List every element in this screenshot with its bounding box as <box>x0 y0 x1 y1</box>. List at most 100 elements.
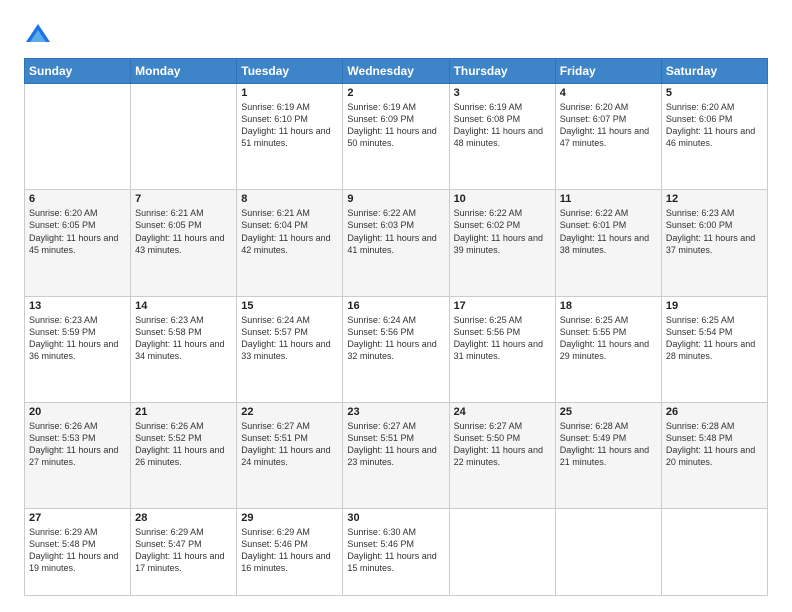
calendar-cell <box>661 509 767 596</box>
day-number: 12 <box>666 193 763 205</box>
calendar-cell: 5 Sunrise: 6:20 AM Sunset: 6:06 PM Daylig… <box>661 84 767 190</box>
col-header-tuesday: Tuesday <box>237 59 343 84</box>
day-number: 8 <box>241 193 338 205</box>
day-number: 28 <box>135 512 232 524</box>
cell-content: Sunrise: 6:29 AM Sunset: 5:48 PM Dayligh… <box>29 526 126 575</box>
day-number: 29 <box>241 512 338 524</box>
day-number: 15 <box>241 300 338 312</box>
cell-content: Sunrise: 6:22 AM Sunset: 6:02 PM Dayligh… <box>454 207 551 256</box>
header-row: SundayMondayTuesdayWednesdayThursdayFrid… <box>25 59 768 84</box>
cell-content: Sunrise: 6:25 AM Sunset: 5:55 PM Dayligh… <box>560 314 657 363</box>
week-row-5: 27 Sunrise: 6:29 AM Sunset: 5:48 PM Dayli… <box>25 509 768 596</box>
calendar-cell: 3 Sunrise: 6:19 AM Sunset: 6:08 PM Daylig… <box>449 84 555 190</box>
calendar-cell <box>555 509 661 596</box>
day-number: 6 <box>29 193 126 205</box>
cell-content: Sunrise: 6:20 AM Sunset: 6:06 PM Dayligh… <box>666 101 763 150</box>
day-number: 13 <box>29 300 126 312</box>
calendar-cell: 22Sunrise: 6:27 AM Sunset: 5:51 PM Dayli… <box>237 402 343 508</box>
calendar-cell: 25Sunrise: 6:28 AM Sunset: 5:49 PM Dayli… <box>555 402 661 508</box>
cell-content: Sunrise: 6:25 AM Sunset: 5:56 PM Dayligh… <box>454 314 551 363</box>
calendar-cell: 19 Sunrise: 6:25 AM Sunset: 5:54 PM Dayli… <box>661 296 767 402</box>
calendar-cell: 20 Sunrise: 6:26 AM Sunset: 5:53 PM Dayli… <box>25 402 131 508</box>
calendar-cell <box>449 509 555 596</box>
cell-content: Sunrise: 6:25 AM Sunset: 5:54 PM Dayligh… <box>666 314 763 363</box>
calendar-cell: 2Sunrise: 6:19 AM Sunset: 6:09 PM Daylig… <box>343 84 449 190</box>
week-row-1: 1 Sunrise: 6:19 AM Sunset: 6:10 PM Daylig… <box>25 84 768 190</box>
col-header-monday: Monday <box>131 59 237 84</box>
cell-content: Sunrise: 6:24 AM Sunset: 5:56 PM Dayligh… <box>347 314 444 363</box>
page: SundayMondayTuesdayWednesdayThursdayFrid… <box>0 0 792 612</box>
day-number: 26 <box>666 406 763 418</box>
day-number: 16 <box>347 300 444 312</box>
day-number: 11 <box>560 193 657 205</box>
calendar-cell: 15Sunrise: 6:24 AM Sunset: 5:57 PM Dayli… <box>237 296 343 402</box>
calendar-cell: 28 Sunrise: 6:29 AM Sunset: 5:47 PM Dayli… <box>131 509 237 596</box>
day-number: 7 <box>135 193 232 205</box>
cell-content: Sunrise: 6:26 AM Sunset: 5:53 PM Dayligh… <box>29 420 126 469</box>
cell-content: Sunrise: 6:27 AM Sunset: 5:50 PM Dayligh… <box>454 420 551 469</box>
calendar-cell: 12Sunrise: 6:23 AM Sunset: 6:00 PM Dayli… <box>661 190 767 296</box>
cell-content: Sunrise: 6:30 AM Sunset: 5:46 PM Dayligh… <box>347 526 444 575</box>
calendar-cell: 11 Sunrise: 6:22 AM Sunset: 6:01 PM Dayli… <box>555 190 661 296</box>
calendar-cell: 8 Sunrise: 6:21 AM Sunset: 6:04 PM Daylig… <box>237 190 343 296</box>
day-number: 14 <box>135 300 232 312</box>
day-number: 17 <box>454 300 551 312</box>
week-row-3: 13 Sunrise: 6:23 AM Sunset: 5:59 PM Dayli… <box>25 296 768 402</box>
col-header-wednesday: Wednesday <box>343 59 449 84</box>
cell-content: Sunrise: 6:29 AM Sunset: 5:47 PM Dayligh… <box>135 526 232 575</box>
calendar-cell: 16 Sunrise: 6:24 AM Sunset: 5:56 PM Dayli… <box>343 296 449 402</box>
day-number: 30 <box>347 512 444 524</box>
calendar-cell: 6 Sunrise: 6:20 AM Sunset: 6:05 PM Daylig… <box>25 190 131 296</box>
day-number: 10 <box>454 193 551 205</box>
day-number: 5 <box>666 87 763 99</box>
calendar-cell: 27 Sunrise: 6:29 AM Sunset: 5:48 PM Dayli… <box>25 509 131 596</box>
cell-content: Sunrise: 6:27 AM Sunset: 5:51 PM Dayligh… <box>347 420 444 469</box>
day-number: 19 <box>666 300 763 312</box>
calendar-cell: 7 Sunrise: 6:21 AM Sunset: 6:05 PM Daylig… <box>131 190 237 296</box>
logo <box>24 20 56 48</box>
cell-content: Sunrise: 6:22 AM Sunset: 6:01 PM Dayligh… <box>560 207 657 256</box>
calendar-cell: 26 Sunrise: 6:28 AM Sunset: 5:48 PM Dayli… <box>661 402 767 508</box>
cell-content: Sunrise: 6:23 AM Sunset: 5:59 PM Dayligh… <box>29 314 126 363</box>
col-header-friday: Friday <box>555 59 661 84</box>
calendar-cell: 29 Sunrise: 6:29 AM Sunset: 5:46 PM Dayli… <box>237 509 343 596</box>
calendar-cell: 18Sunrise: 6:25 AM Sunset: 5:55 PM Dayli… <box>555 296 661 402</box>
cell-content: Sunrise: 6:20 AM Sunset: 6:07 PM Dayligh… <box>560 101 657 150</box>
day-number: 9 <box>347 193 444 205</box>
calendar-cell: 21 Sunrise: 6:26 AM Sunset: 5:52 PM Dayli… <box>131 402 237 508</box>
day-number: 20 <box>29 406 126 418</box>
day-number: 21 <box>135 406 232 418</box>
cell-content: Sunrise: 6:26 AM Sunset: 5:52 PM Dayligh… <box>135 420 232 469</box>
calendar-cell: 1 Sunrise: 6:19 AM Sunset: 6:10 PM Daylig… <box>237 84 343 190</box>
calendar-cell: 24 Sunrise: 6:27 AM Sunset: 5:50 PM Dayli… <box>449 402 555 508</box>
calendar-cell: 17 Sunrise: 6:25 AM Sunset: 5:56 PM Dayli… <box>449 296 555 402</box>
day-number: 24 <box>454 406 551 418</box>
day-number: 1 <box>241 87 338 99</box>
cell-content: Sunrise: 6:28 AM Sunset: 5:48 PM Dayligh… <box>666 420 763 469</box>
calendar-cell: 23 Sunrise: 6:27 AM Sunset: 5:51 PM Dayli… <box>343 402 449 508</box>
calendar-cell: 30 Sunrise: 6:30 AM Sunset: 5:46 PM Dayli… <box>343 509 449 596</box>
cell-content: Sunrise: 6:21 AM Sunset: 6:04 PM Dayligh… <box>241 207 338 256</box>
day-number: 3 <box>454 87 551 99</box>
col-header-saturday: Saturday <box>661 59 767 84</box>
cell-content: Sunrise: 6:20 AM Sunset: 6:05 PM Dayligh… <box>29 207 126 256</box>
calendar-cell: 9 Sunrise: 6:22 AM Sunset: 6:03 PM Daylig… <box>343 190 449 296</box>
logo-icon <box>24 20 52 48</box>
day-number: 4 <box>560 87 657 99</box>
cell-content: Sunrise: 6:21 AM Sunset: 6:05 PM Dayligh… <box>135 207 232 256</box>
cell-content: Sunrise: 6:23 AM Sunset: 5:58 PM Dayligh… <box>135 314 232 363</box>
week-row-4: 20 Sunrise: 6:26 AM Sunset: 5:53 PM Dayli… <box>25 402 768 508</box>
day-number: 27 <box>29 512 126 524</box>
day-number: 2 <box>347 87 444 99</box>
day-number: 23 <box>347 406 444 418</box>
cell-content: Sunrise: 6:22 AM Sunset: 6:03 PM Dayligh… <box>347 207 444 256</box>
cell-content: Sunrise: 6:29 AM Sunset: 5:46 PM Dayligh… <box>241 526 338 575</box>
col-header-sunday: Sunday <box>25 59 131 84</box>
cell-content: Sunrise: 6:19 AM Sunset: 6:08 PM Dayligh… <box>454 101 551 150</box>
week-row-2: 6 Sunrise: 6:20 AM Sunset: 6:05 PM Daylig… <box>25 190 768 296</box>
cell-content: Sunrise: 6:19 AM Sunset: 6:10 PM Dayligh… <box>241 101 338 150</box>
calendar-cell: 10 Sunrise: 6:22 AM Sunset: 6:02 PM Dayli… <box>449 190 555 296</box>
calendar-cell: 14 Sunrise: 6:23 AM Sunset: 5:58 PM Dayli… <box>131 296 237 402</box>
calendar-cell <box>25 84 131 190</box>
calendar-table: SundayMondayTuesdayWednesdayThursdayFrid… <box>24 58 768 596</box>
